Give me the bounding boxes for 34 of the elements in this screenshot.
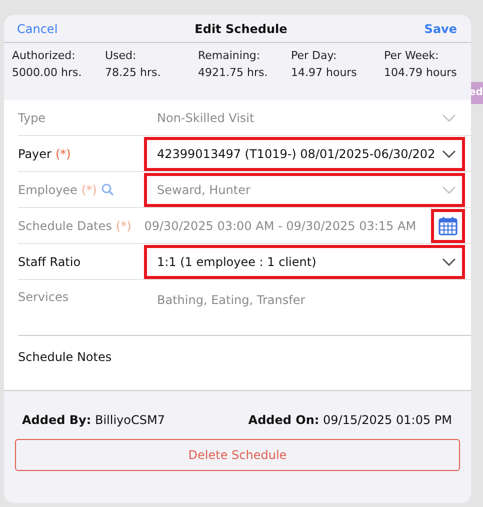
stat-value: 14.97 hours	[291, 66, 358, 79]
stat-label: Per Day:	[291, 49, 338, 62]
chevron-down-icon	[442, 114, 456, 122]
stat-label: Per Week:	[384, 49, 440, 62]
added-on-text: Added On: 09/15/2025 01:05 PM	[248, 413, 452, 427]
stat-value: 78.25 hrs.	[105, 66, 162, 79]
select-field[interactable]: 42399013497 (T1019-) 08/01/2025-06/30/202	[144, 136, 465, 170]
stat-label: Authorized:	[12, 49, 76, 62]
services-value: Bathing, Eating, Transfer	[156, 292, 306, 309]
chevron-down-icon	[442, 150, 456, 158]
required-mark: (*)	[81, 182, 97, 196]
select-field[interactable]: 1:1 (1 employee : 1 client)	[144, 244, 465, 278]
field-label: Services	[18, 290, 69, 304]
field-label: Payer	[18, 146, 52, 160]
delete-schedule-button[interactable]: Delete Schedule	[15, 439, 460, 471]
stat-value: 5000.00 hrs.	[12, 66, 83, 79]
field-label: Schedule Dates	[18, 218, 112, 232]
chevron-down-icon	[442, 186, 456, 194]
required-mark: (*)	[116, 218, 132, 232]
field-label: Staff Ratio	[18, 254, 81, 268]
stat-label: Used:	[105, 49, 138, 62]
save-button[interactable]: Save	[424, 22, 457, 36]
calendar-icon	[438, 216, 458, 236]
stat-label: Remaining:	[198, 49, 262, 62]
field-label: Employee	[18, 182, 78, 196]
field-label: Type	[18, 110, 46, 124]
added-by-text: Added By: BilliyoCSM7	[22, 413, 165, 427]
stat-value: 4921.75 hrs.	[198, 66, 269, 79]
cancel-button[interactable]: Cancel	[17, 22, 58, 36]
required-mark: (*)	[55, 146, 71, 160]
dialog-title: Edit Schedule	[194, 22, 288, 36]
chevron-down-icon	[442, 258, 456, 266]
stat-value: 104.79 hours	[384, 66, 458, 79]
notes-label: Schedule Notes	[18, 350, 112, 364]
